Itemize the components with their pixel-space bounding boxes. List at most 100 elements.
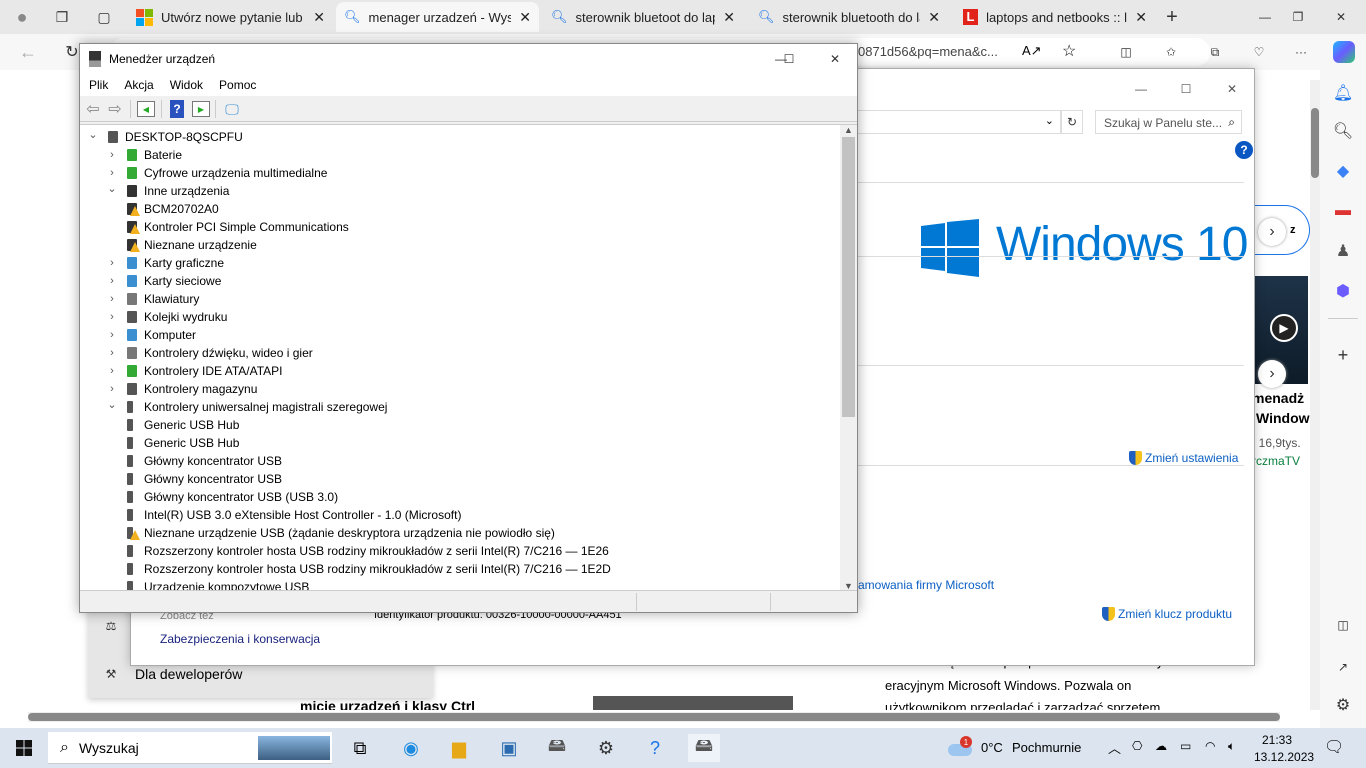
show-hidden-icons-chevron[interactable]: ︿ [1108, 738, 1121, 757]
volume-icon[interactable]: 🔈︎ [1228, 739, 1235, 754]
restore-button[interactable]: ❐ [1283, 4, 1313, 30]
chevron-down-icon[interactable]: ⌄ [106, 182, 118, 195]
change-settings-link[interactable]: Zmień ustawienia [1129, 451, 1238, 465]
browser-essentials-icon[interactable]: ♡ [1248, 40, 1270, 64]
control-panel-search[interactable]: Szukaj w Panelu ste... ⌕ [1095, 110, 1242, 134]
close-tab-icon[interactable]: ✕ [723, 9, 735, 26]
chevron-right-icon[interactable]: › [106, 383, 118, 395]
tree-item[interactable]: ⌄ Kontrolery uniwersalnej magistrali szer… [106, 398, 387, 416]
tree-item[interactable]: › Kolejki wydruku [106, 308, 227, 326]
external-link-icon[interactable]: ↗ [1332, 656, 1354, 678]
chevron-right-icon[interactable]: › [106, 347, 118, 359]
add-icon[interactable]: + [1332, 344, 1354, 366]
tree-item[interactable]: › Komputer [106, 326, 196, 344]
license-terms-link[interactable]: amowania firmy Microsoft [858, 578, 994, 592]
scroll-up-icon[interactable]: ▲ [840, 125, 857, 135]
tree-item[interactable]: Intel(R) USB 3.0 eXtensible Host Control… [124, 506, 461, 524]
tab-actions-icon[interactable]: ▢ [92, 4, 116, 30]
tree-item[interactable]: › Karty graficzne [106, 254, 224, 272]
tree-item[interactable]: ⌄ Inne urządzenia [106, 182, 229, 200]
menu-file[interactable]: Plik [89, 78, 108, 92]
close-browser-button[interactable]: ✕ [1326, 4, 1356, 30]
wifi-icon[interactable]: ◠ [1205, 739, 1215, 753]
tab-0[interactable]: Utwórz nowe pytanie lub r ✕ [128, 2, 333, 32]
close-tab-icon[interactable]: ✕ [519, 9, 531, 26]
file-explorer-icon[interactable]: ▆ [443, 734, 475, 762]
tree-item[interactable]: ⌄ DESKTOP-8QSCPFU [87, 128, 242, 146]
forward-icon[interactable]: ⇨ [106, 100, 124, 118]
tree-item[interactable]: Nieznane urządzenie USB (żądanie deskryp… [124, 524, 555, 542]
tree-item[interactable]: › Cyfrowe urządzenia multimedialne [106, 164, 327, 182]
tree-item[interactable]: Rozszerzony kontroler hosta USB rodziny … [124, 542, 609, 560]
settings-gear-icon[interactable]: ⚙ [1332, 694, 1354, 716]
close-button[interactable]: ✕ [1217, 79, 1247, 99]
back-icon[interactable]: ← [16, 40, 40, 64]
sidebar-toggle-icon[interactable]: ◫ [1332, 614, 1354, 636]
chevron-right-icon[interactable]: › [106, 275, 118, 287]
copilot-icon[interactable] [1333, 41, 1355, 63]
profile-avatar-icon[interactable]: ● [8, 4, 36, 30]
new-tab-button[interactable]: + [1160, 4, 1184, 30]
maximize-button[interactable]: ☐ [774, 49, 804, 69]
tab-2[interactable]: 🔍︎ sterownik bluetoot do lapt ✕ [543, 2, 743, 32]
edge-browser-icon[interactable]: ◉ [395, 734, 427, 762]
notifications-bell-icon[interactable]: 🔔︎ [1332, 82, 1354, 104]
split-screen-icon[interactable]: ◫ [1115, 40, 1137, 64]
collections-icon[interactable]: ⧉ [1204, 40, 1226, 64]
start-button[interactable] [8, 734, 40, 762]
page-scrollbar[interactable] [1310, 80, 1320, 710]
tree-item[interactable]: Rozszerzony kontroler hosta USB rodziny … [124, 560, 611, 578]
chevron-down-icon[interactable]: ⌄ [87, 128, 99, 141]
close-tab-icon[interactable]: ✕ [1135, 9, 1147, 26]
shopping-tag-icon[interactable]: ◆ [1332, 160, 1354, 182]
tree-item[interactable]: Główny koncentrator USB [124, 470, 282, 488]
task-view-icon[interactable]: ⧉ [344, 734, 376, 762]
settings-icon[interactable]: ⚙ [590, 734, 622, 762]
scan-hardware-icon[interactable]: 🖵 [222, 100, 242, 118]
chevron-right-icon[interactable]: › [106, 293, 118, 305]
taskbar-search[interactable]: ⌕ Wyszukaj [48, 732, 332, 764]
camera-icon[interactable]: ⎔ [1132, 739, 1142, 753]
tree-item[interactable]: Główny koncentrator USB [124, 452, 282, 470]
tree-scrollbar[interactable]: ▲ ▼ [840, 125, 857, 590]
battery-icon[interactable]: ▭ [1180, 739, 1191, 753]
device-manager-active-icon[interactable]: 🖴 [688, 734, 720, 762]
favorite-star-icon[interactable]: ☆ [1062, 41, 1076, 61]
tree-item[interactable]: › Kontrolery IDE ATA/ATAPI [106, 362, 282, 380]
read-aloud-icon[interactable]: A↗ [1022, 43, 1042, 59]
close-tab-icon[interactable]: ✕ [313, 9, 325, 26]
maximize-button[interactable]: ☐ [1171, 79, 1201, 99]
tree-item[interactable]: Generic USB Hub [124, 434, 239, 452]
tree-item[interactable]: Kontroler PCI Simple Communications [124, 218, 349, 236]
tree-item[interactable]: Nieznane urządzenie [124, 236, 257, 254]
change-product-key-link[interactable]: Zmień klucz produktu [1102, 607, 1232, 621]
weather-widget[interactable]: 1 [946, 736, 976, 760]
close-button[interactable]: ✕ [820, 49, 850, 69]
tab-3[interactable]: 🔍︎ sterownik bluetooth do lap ✕ [750, 2, 948, 32]
refresh-icon[interactable]: ↻ [1061, 110, 1083, 134]
tree-item[interactable]: Generic USB Hub [124, 416, 239, 434]
properties-icon[interactable]: ▶ [192, 101, 210, 117]
chevron-right-icon[interactable]: › [106, 257, 118, 269]
onedrive-icon[interactable]: ☁ [1155, 739, 1167, 753]
notification-center-icon[interactable]: 🗨 [1324, 737, 1344, 757]
minimize-button[interactable]: — [1126, 79, 1156, 99]
control-panel-icon[interactable]: ▣ [493, 734, 525, 762]
help-icon[interactable]: ? [170, 100, 184, 118]
carousel-next-icon[interactable]: › [1258, 360, 1286, 388]
tree-item[interactable]: › Klawiatury [106, 290, 199, 308]
games-icon[interactable]: ♟ [1332, 240, 1354, 262]
show-hide-console-icon[interactable]: ◀ [137, 101, 155, 117]
tab-4[interactable]: L laptops and netbooks :: ler ✕ [955, 2, 1155, 32]
tree-item[interactable]: › Karty sieciowe [106, 272, 221, 290]
help-icon[interactable]: ? [1235, 141, 1253, 159]
menu-action[interactable]: Akcja [124, 78, 153, 92]
device-manager-taskbar-icon[interactable]: 🖴 [541, 734, 573, 762]
chevron-right-icon[interactable]: › [106, 311, 118, 323]
chevron-right-icon[interactable]: › [106, 167, 118, 179]
carousel-next-icon[interactable]: › [1258, 218, 1286, 246]
search-icon[interactable]: 🔍︎ [1332, 120, 1354, 142]
tree-item[interactable]: › Kontrolery magazynu [106, 380, 257, 398]
chevron-right-icon[interactable]: › [106, 365, 118, 377]
chevron-right-icon[interactable]: › [106, 149, 118, 161]
